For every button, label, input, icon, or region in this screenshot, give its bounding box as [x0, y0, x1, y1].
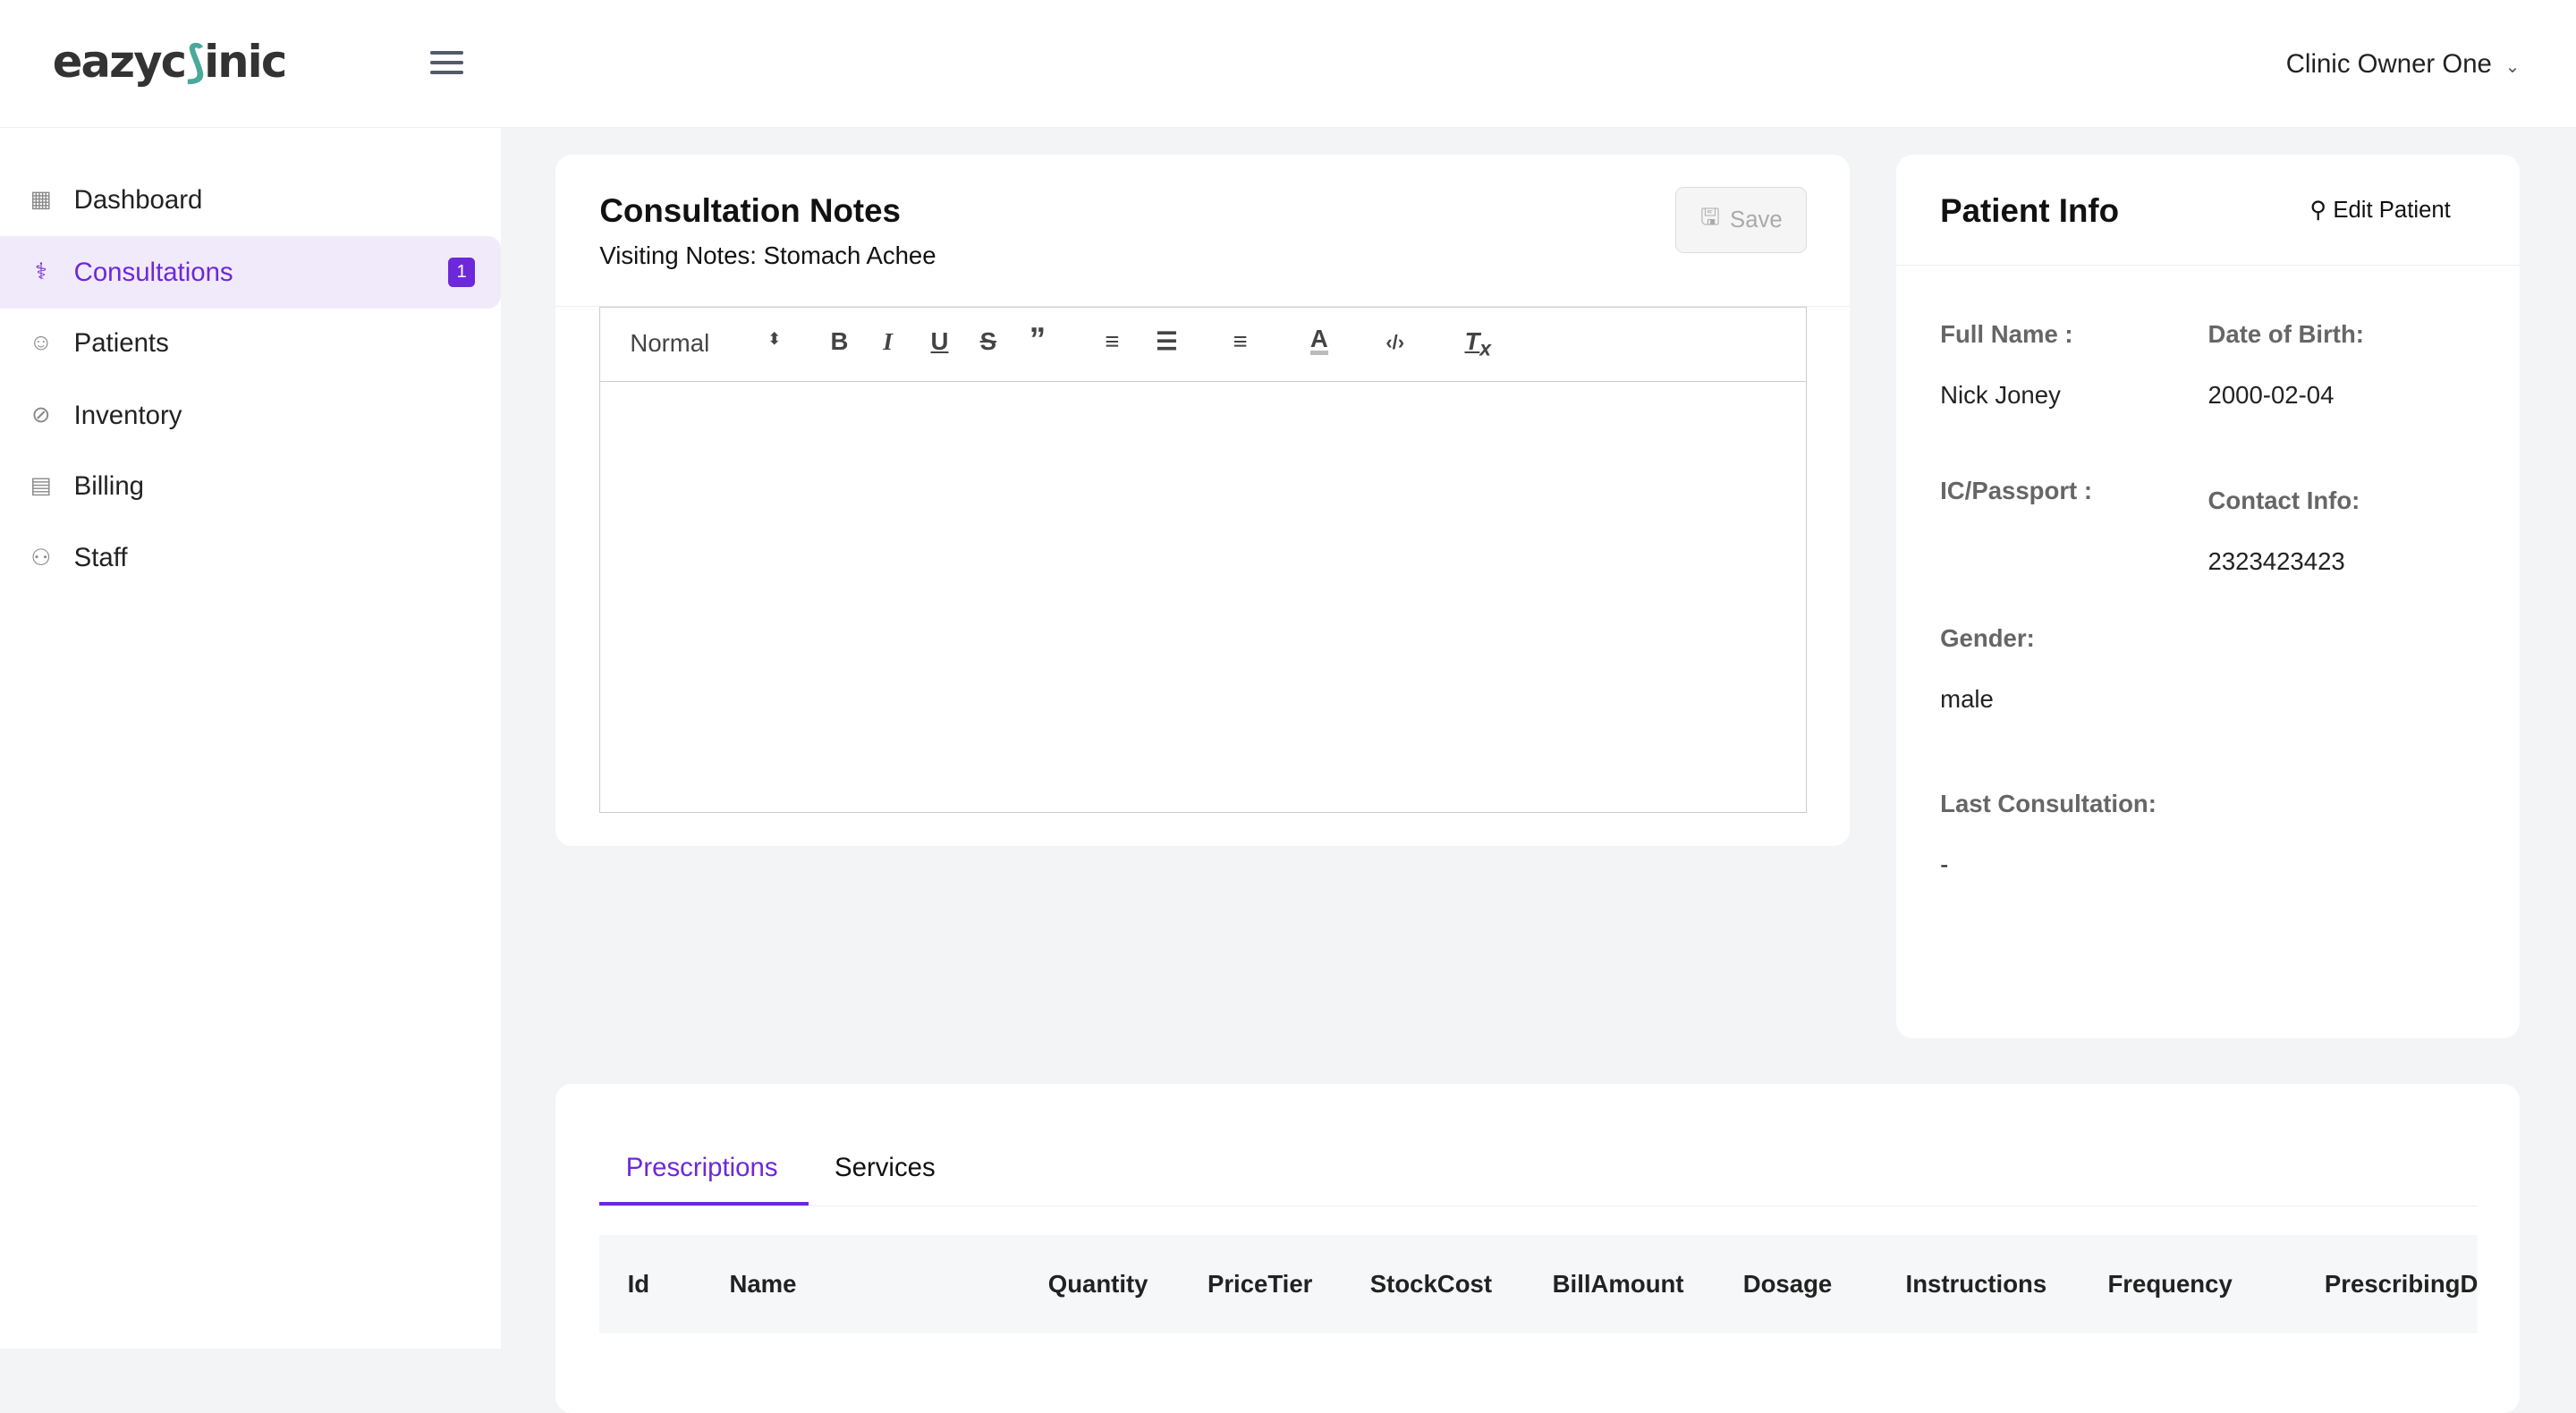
column-header: Quantity: [1047, 1269, 1148, 1298]
card-title: Consultation Notes: [599, 191, 901, 229]
contact-label: Contact Info:: [2207, 486, 2360, 514]
stethoscope-icon: ⚕: [34, 259, 47, 285]
ordered-list-icon[interactable]: ≡: [1105, 327, 1119, 356]
code-icon[interactable]: ‹/›: [1385, 331, 1404, 354]
blockquote-icon[interactable]: ”: [1030, 321, 1046, 359]
gender-value: male: [1940, 684, 1994, 713]
consultation-notes-card: Consultation Notes Visiting Notes: Stoma…: [555, 154, 1851, 846]
user-menu[interactable]: Clinic Owner One ⌄: [2286, 49, 2521, 80]
format-select[interactable]: Normal ⬍: [630, 329, 781, 358]
smile-icon: ☺: [29, 330, 54, 356]
save-label: Save: [1730, 207, 1783, 233]
text-color-icon[interactable]: A: [1309, 326, 1328, 356]
sidebar: ▦ Dashboard ⚕ Consultations 1 ☺ Patients ⊘ In…: [0, 128, 502, 1349]
items-card: Prescriptions Services Id Name Quantity …: [555, 1084, 2521, 1413]
gender-label: Gender:: [1940, 623, 2035, 652]
edit-label: Edit Patient: [2333, 198, 2451, 224]
full-name-value: Nick Joney: [1940, 381, 2061, 410]
user-edit-icon: ⚲: [2309, 198, 2334, 224]
menu-toggle-icon[interactable]: [430, 50, 463, 77]
dob-value: 2000-02-04: [2207, 381, 2334, 410]
sidebar-item-inventory[interactable]: ⊘ Inventory: [0, 379, 501, 452]
column-header: BillAmount: [1552, 1269, 1684, 1298]
clear-format-icon[interactable]: Tx: [1464, 327, 1491, 361]
align-icon[interactable]: ≡: [1233, 327, 1248, 356]
bullet-list-icon[interactable]: ☰: [1156, 327, 1178, 356]
logo[interactable]: eazyc⟆inic: [53, 36, 287, 88]
chevron-down-icon: ⌄: [2504, 57, 2521, 78]
editor-content[interactable]: [600, 382, 1806, 812]
full-name-label: Full Name :: [1940, 320, 2073, 349]
sidebar-item-patients[interactable]: ☺ Patients: [0, 307, 501, 379]
user-name: Clinic Owner One: [2285, 49, 2492, 80]
dob-label: Date of Birth:: [2207, 320, 2364, 349]
bold-icon[interactable]: B: [831, 327, 849, 356]
sidebar-item-label: Staff: [73, 543, 128, 573]
format-value: Normal: [630, 329, 710, 358]
underline-icon[interactable]: U: [931, 327, 949, 356]
column-header: Dosage: [1742, 1269, 1833, 1298]
sidebar-item-label: Consultations: [73, 257, 233, 287]
rich-text-editor: Normal ⬍ B I U S ” ≡ ☰ ≡ A ‹/› Tx: [599, 307, 1808, 814]
sidebar-item-label: Patients: [73, 327, 169, 358]
sidebar-item-label: Inventory: [73, 400, 182, 430]
ic-label: IC/Passport :: [1940, 476, 2093, 504]
sidebar-item-label: Billing: [73, 470, 144, 501]
column-header: StockCost: [1369, 1269, 1493, 1298]
tab-services[interactable]: Services: [835, 1153, 936, 1183]
column-header: Frequency: [2107, 1269, 2233, 1298]
sidebar-item-staff[interactable]: ⚇ Staff: [0, 522, 501, 595]
tab-prescriptions[interactable]: Prescriptions: [626, 1153, 778, 1183]
table-header: Id Name Quantity PriceTier StockCost Bil…: [599, 1235, 2478, 1334]
card-title: Patient Info: [1940, 191, 2120, 229]
sidebar-item-consultations[interactable]: ⚕ Consultations 1: [0, 236, 502, 309]
edit-patient-button[interactable]: ⚲ Edit Patient: [2309, 197, 2450, 224]
column-header: Id: [627, 1269, 650, 1298]
italic-icon[interactable]: I: [883, 327, 893, 356]
count-badge: 1: [448, 258, 475, 288]
sidebar-item-billing[interactable]: ▤ Billing: [0, 450, 501, 522]
divider: [1895, 264, 2521, 266]
sidebar-item-dashboard[interactable]: ▦ Dashboard: [0, 165, 501, 237]
column-header: Instructions: [1905, 1269, 2047, 1298]
column-header: Name: [729, 1269, 797, 1298]
save-icon: 🖫: [1700, 204, 1721, 230]
save-button[interactable]: 🖫 Save: [1675, 187, 1808, 253]
column-header: PriceTier: [1207, 1269, 1313, 1298]
column-header: PrescribingD: [2324, 1269, 2478, 1298]
strikethrough-icon[interactable]: S: [980, 327, 996, 356]
updown-icon: ⬍: [767, 329, 782, 349]
divider: [555, 305, 1851, 307]
sidebar-item-label: Dashboard: [73, 185, 203, 216]
last-consultation-label: Last Consultation:: [1940, 790, 2157, 818]
patient-info-card: Patient Info ⚲ Edit Patient Full Name : …: [1895, 154, 2521, 1038]
contact-value: 2323423423: [2207, 546, 2345, 575]
visiting-notes: Visiting Notes: Stomach Achee: [599, 241, 936, 269]
top-header: eazyc⟆inic Clinic Owner One ⌄: [0, 0, 2576, 129]
grid-icon: ▦: [30, 187, 53, 213]
editor-toolbar: Normal ⬍ B I U S ” ≡ ☰ ≡ A ‹/› Tx: [600, 308, 1807, 383]
users-icon: ⚇: [30, 545, 52, 571]
receipt-icon: ▤: [30, 472, 53, 498]
last-consultation-value: -: [1940, 850, 1949, 879]
pill-icon: ⊘: [31, 402, 51, 427]
